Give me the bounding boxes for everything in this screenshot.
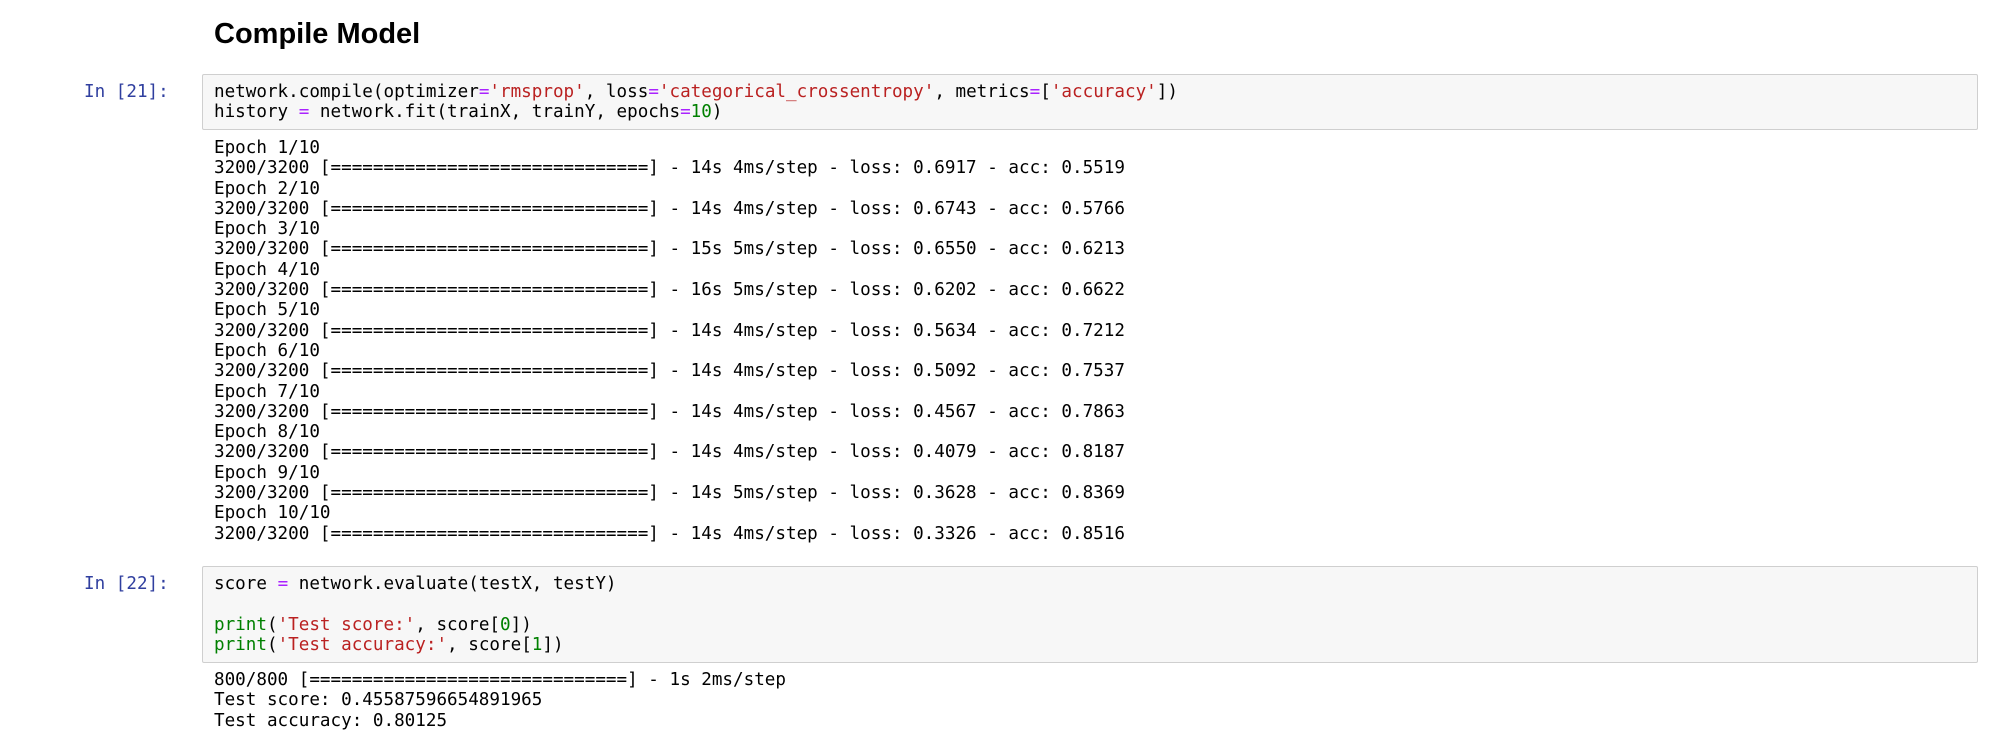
code-token: print [214,614,267,635]
code-token: 0 [500,614,511,635]
code-line: print('Test accuracy:', score[1]) [214,635,617,655]
output-line: 3200/3200 [=============================… [214,239,1125,260]
code-token: 10 [690,102,712,123]
output-line: 3200/3200 [=============================… [214,401,1125,422]
code-token: , loss [584,82,649,102]
output-line: Epoch 8/10 [214,422,320,443]
output-line: Test accuracy: 0.80125 [214,710,448,731]
output-line: Epoch 10/10 [214,503,331,524]
code-line: history = network.fit(trainX, trainY, ep… [214,102,1178,122]
cell-prompt-22: In [22]: [84,574,169,594]
code-token: 'Test accuracy:' [277,634,448,655]
output-line: 3200/3200 [=============================… [214,442,1125,463]
output-line: 3200/3200 [=============================… [214,280,1125,301]
output-cell-22: 800/800 [==============================]… [214,670,786,731]
code-cell-21[interactable]: network.compile(optimizer='rmsprop', los… [214,82,1178,123]
output-line: Epoch 5/10 [214,300,320,321]
code-token: ]) [1156,82,1178,102]
output-line: 3200/3200 [=============================… [214,198,1125,219]
code-token: 'accuracy' [1050,82,1157,102]
code-token: = [478,82,490,102]
code-token: = [298,102,310,123]
code-token: score [214,574,278,594]
code-token: , score[ [415,614,501,635]
code-token: network.fit(trainX, trainY, epochs [309,102,681,123]
code-token: = [1029,82,1041,102]
output-line: 3200/3200 [=============================… [214,320,1125,341]
output-line: 3200/3200 [=============================… [214,361,1125,382]
output-line: Epoch 4/10 [214,259,320,280]
output-line: Epoch 2/10 [214,178,320,199]
code-token: = [277,574,289,594]
code-cell-22[interactable]: score = network.evaluate(testX, testY) p… [214,574,617,655]
output-cell-21: Epoch 1/10 3200/3200 [===================… [214,138,1125,544]
output-line: Test score: 0.45587596654891965 [214,690,543,711]
code-token: 'rmsprop' [489,82,585,102]
cell-prompt-21: In [21]: [84,82,169,102]
code-line: score = network.evaluate(testX, testY) [214,574,617,594]
code-token: ]) [542,634,564,655]
code-token: 'Test score:' [277,614,416,635]
code-token: history [214,102,299,123]
code-token: [ [1040,82,1051,102]
code-token: ]) [510,614,532,635]
code-token: = [680,102,691,123]
output-line: 3200/3200 [=============================… [214,158,1125,179]
section-heading: Compile Model [214,18,421,50]
output-line: Epoch 7/10 [214,381,320,402]
code-token: network.compile(optimizer [214,82,479,102]
code-token: = [648,82,659,102]
code-token: print [214,634,267,655]
code-token: ( [266,634,278,655]
code-token: 'categorical_crossentropy' [658,82,935,102]
code-token: , metrics [934,82,1030,102]
output-line: 3200/3200 [=============================… [214,523,1125,544]
code-token: ( [266,614,278,635]
output-line: Epoch 9/10 [214,462,320,483]
output-line: Epoch 1/10 [214,138,320,158]
output-line: Epoch 3/10 [214,219,320,240]
output-line: 3200/3200 [=============================… [214,483,1125,504]
code-token: 1 [531,634,543,655]
code-token: , score[ [447,634,532,655]
output-line: 800/800 [==============================]… [214,670,786,690]
output-line: Epoch 6/10 [214,340,320,361]
code-line: print('Test score:', score[0]) [214,615,617,635]
code-token: network.evaluate(testX, testY) [288,574,617,594]
code-token: ) [711,102,723,123]
code-line: network.compile(optimizer='rmsprop', los… [214,82,1178,102]
